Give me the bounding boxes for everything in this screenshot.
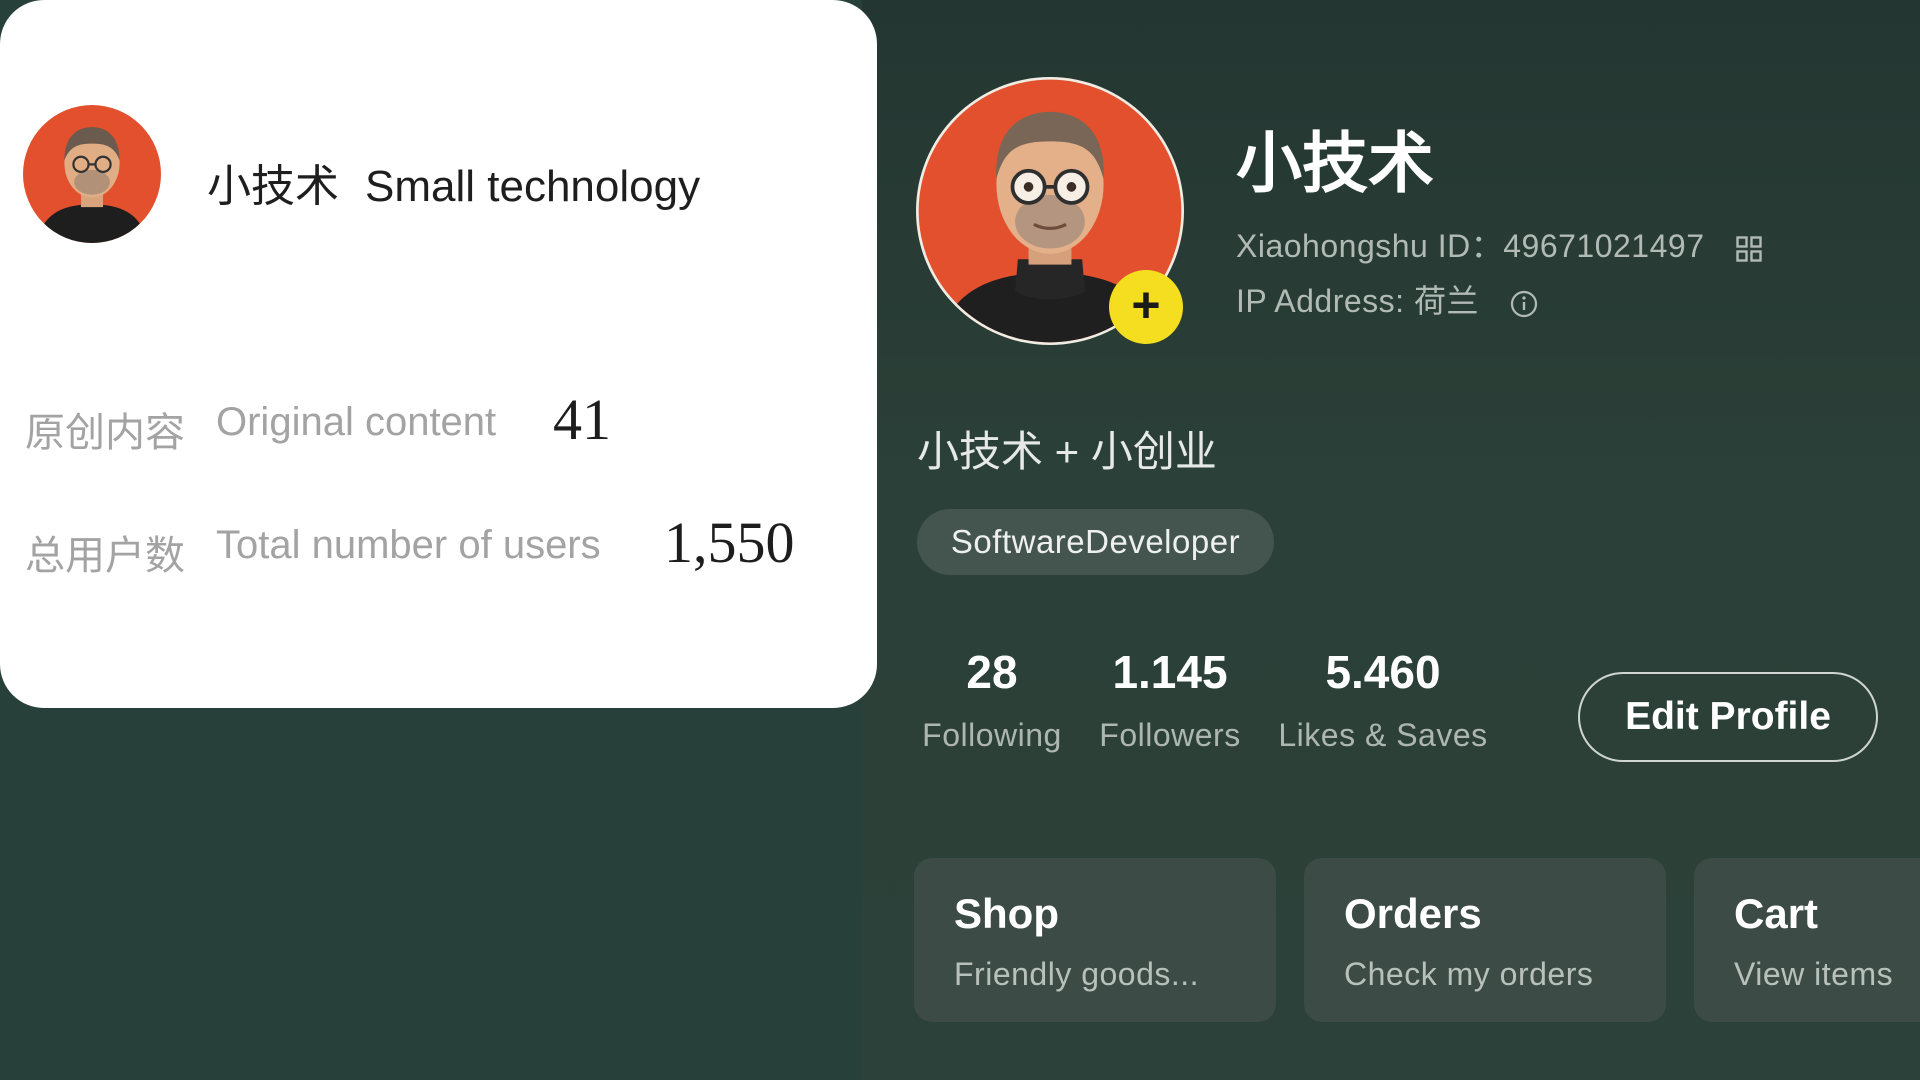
total-users-label-en: Total number of users [216, 523, 601, 567]
orders-title: Orders [1344, 890, 1482, 937]
likes-saves-count: 5.460 [1325, 646, 1441, 698]
ip-address: IP Address: 荷兰 [1236, 276, 1538, 322]
total-users-value: 1,550 [664, 510, 795, 575]
likes-saves-label: Likes & Saves [1278, 717, 1488, 753]
summary-name-cn: 小技术 [207, 162, 339, 211]
cart-subtitle: View items [1734, 956, 1894, 992]
tile-orders[interactable]: Orders Check my orders [1304, 858, 1666, 1022]
stat-following[interactable]: 28 Following [917, 645, 1067, 754]
original-content-label-en: Original content [216, 400, 497, 444]
summary-name: 小技术 Small technology [207, 150, 700, 214]
add-avatar-button[interactable]: + [1109, 270, 1183, 344]
tile-shop[interactable]: Shop Friendly goods... [914, 858, 1276, 1022]
plus-icon: + [1131, 277, 1161, 333]
followers-count: 1.145 [1112, 646, 1228, 698]
stat-followers[interactable]: 1.145 Followers [1095, 645, 1245, 754]
shop-title: Shop [954, 890, 1059, 937]
orders-subtitle: Check my orders [1344, 956, 1594, 992]
total-users-row: 总用户数 Total number of users 1,550 [25, 510, 795, 581]
profile-bio: 小技术 + 小创业 [917, 428, 1217, 475]
original-content-value: 41 [553, 387, 611, 452]
cart-title: Cart [1734, 890, 1819, 937]
original-content-row: 原创内容 Original content 41 [25, 387, 611, 458]
xiaohongshu-id-text: Xiaohongshu ID：49671021497 [1236, 228, 1705, 264]
original-content-label-cn: 原创内容 [25, 411, 185, 455]
summary-avatar [23, 105, 161, 243]
profile-name: 小技术 [1236, 126, 1434, 200]
info-icon[interactable] [1510, 290, 1538, 318]
profile-tag[interactable]: SoftwareDeveloper [917, 509, 1274, 575]
following-count: 28 [966, 646, 1018, 698]
shop-subtitle: Friendly goods... [954, 956, 1200, 992]
tile-cart[interactable]: Cart View items [1694, 858, 1920, 1022]
followers-label: Followers [1099, 717, 1241, 753]
ip-address-text: IP Address: 荷兰 [1236, 283, 1479, 319]
qr-code-icon[interactable] [1736, 235, 1762, 262]
total-users-label-cn: 总用户数 [25, 534, 185, 578]
stat-likes-saves[interactable]: 5.460 Likes & Saves [1273, 645, 1493, 754]
following-label: Following [922, 717, 1062, 753]
summary-card: 小技术 Small technology 原创内容 Original conten… [0, 0, 877, 708]
summary-name-en: Small technology [365, 162, 701, 211]
edit-profile-button[interactable]: Edit Profile [1578, 672, 1878, 762]
xiaohongshu-id: Xiaohongshu ID：49671021497 [1236, 221, 1762, 267]
